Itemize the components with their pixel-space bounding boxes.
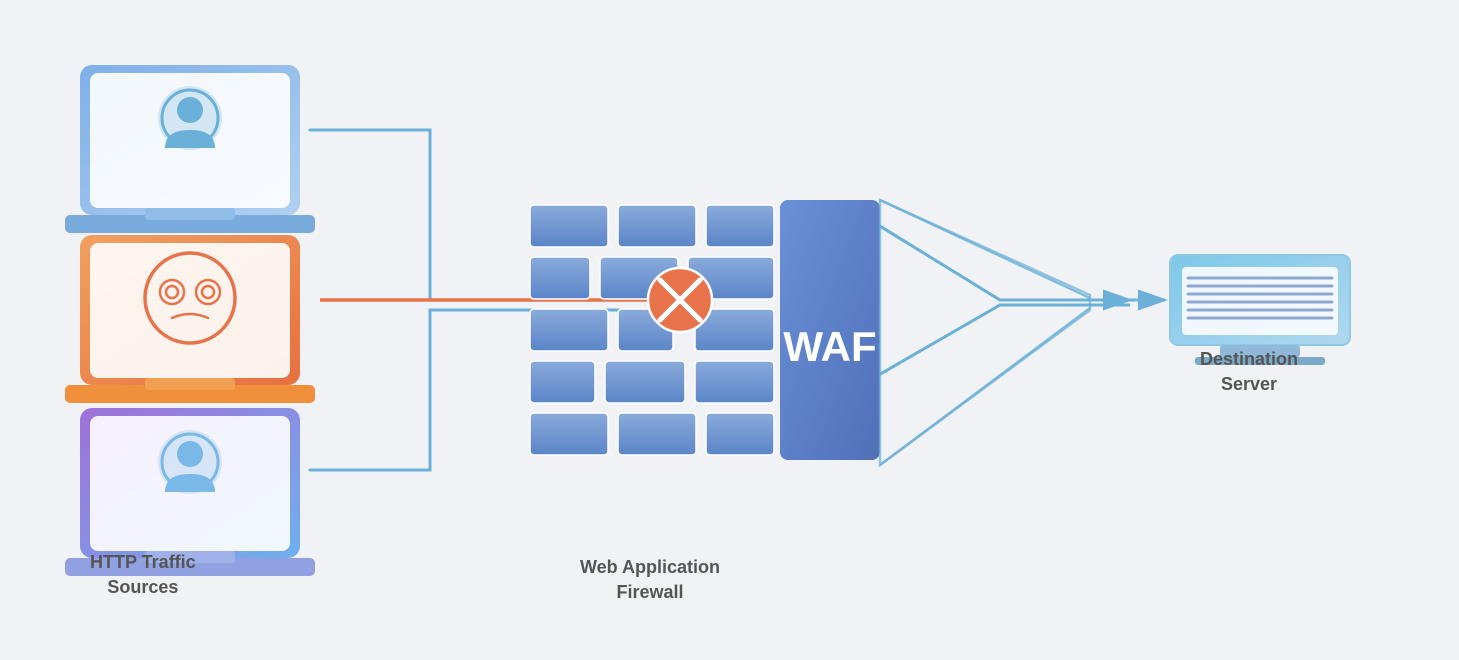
diagram-container: WAF bbox=[0, 0, 1459, 660]
http-sources-label: HTTP TrafficSources bbox=[90, 550, 196, 600]
destination-label: DestinationServer bbox=[1151, 347, 1347, 397]
waf-label: Web ApplicationFirewall bbox=[550, 555, 750, 605]
svg-text:WAF: WAF bbox=[783, 323, 876, 370]
